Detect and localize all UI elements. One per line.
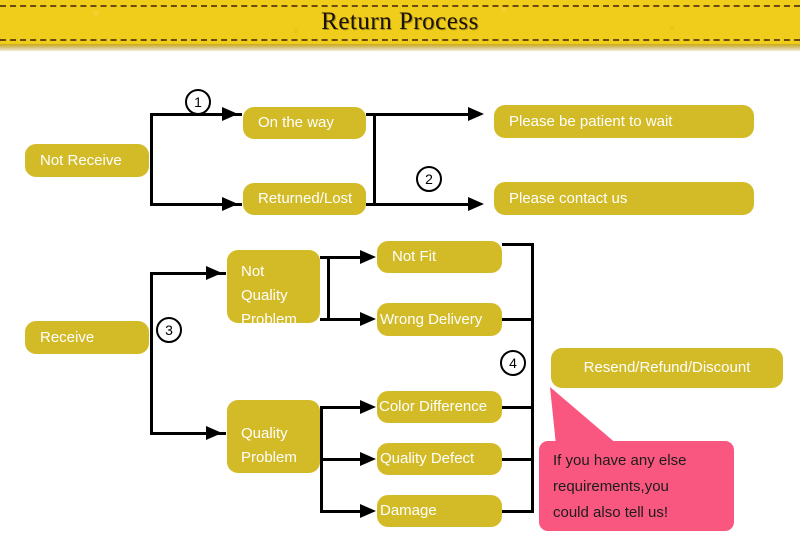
arrow-to-quality-problem [206, 426, 222, 440]
node-not-quality-problem-line-1: Not [241, 263, 265, 280]
return-process-diagram: Return Process Not Receive On the way Re… [0, 0, 800, 556]
node-color-difference[interactable]: Color Difference [377, 391, 502, 423]
step-marker-4: 4 [500, 350, 526, 376]
connector-not-quality-fanout-bus [327, 256, 330, 318]
step-marker-1: 1 [185, 89, 211, 115]
node-quality-problem-line-1: Quality [241, 425, 288, 442]
node-not-receive[interactable]: Not Receive [25, 144, 149, 177]
node-please-be-patient[interactable]: Please be patient to wait [494, 105, 754, 138]
node-not-quality-problem-line-3: Problem [241, 311, 297, 328]
arrow-to-not-quality-problem [206, 266, 222, 280]
node-not-quality-problem-line-2: Quality [241, 287, 288, 304]
connector-quality-defect-out [502, 458, 534, 461]
node-quality-problem-line-2: Problem [241, 449, 297, 466]
step-marker-3: 3 [156, 317, 182, 343]
node-resend-refund-discount[interactable]: Resend/Refund/Discount [551, 348, 783, 388]
banner-dashed-line-bottom [0, 39, 800, 41]
node-receive[interactable]: Receive [25, 321, 149, 354]
arrow-to-be-patient [468, 107, 484, 121]
connector-not-fit-out [502, 243, 534, 246]
connector-to-quality-defect [320, 458, 362, 461]
connector-damage-out [502, 510, 534, 513]
node-not-quality-problem[interactable]: Not Quality Problem [227, 250, 320, 328]
connector-wrong-delivery-out [502, 318, 534, 321]
arrow-to-wrong-delivery [360, 312, 376, 326]
node-quality-problem[interactable]: Quality Problem [227, 400, 320, 473]
connector-to-be-patient [373, 113, 472, 116]
node-please-contact-us[interactable]: Please contact us [494, 182, 754, 215]
arrow-to-not-fit [360, 250, 376, 264]
callout-line-2: requirements,you [553, 478, 669, 495]
connector-to-not-fit [320, 256, 362, 259]
page-title: Return Process [321, 8, 479, 35]
connector-to-damage [320, 510, 362, 513]
node-quality-defect[interactable]: Quality Defect [377, 443, 502, 475]
connector-to-contact-us [373, 203, 472, 206]
arrow-to-returned-lost [222, 197, 238, 211]
connector-stage-two-bus-top [373, 113, 376, 205]
connector-to-wrong-delivery [320, 318, 362, 321]
banner-shadow [0, 44, 800, 51]
node-on-the-way[interactable]: On the way [243, 107, 366, 139]
callout-text: If you have any else requirements,you co… [553, 448, 733, 526]
callout-line-3: could also tell us! [553, 504, 669, 521]
callout-line-1: If you have any else [553, 452, 687, 469]
arrow-to-color-difference [360, 400, 376, 414]
arrow-to-damage [360, 504, 376, 518]
step-marker-2: 2 [416, 166, 442, 192]
connector-to-color-difference [320, 406, 362, 409]
connector-receive-bus [150, 272, 153, 435]
connector-color-difference-out [502, 406, 534, 409]
connector-collector-bus [531, 243, 534, 513]
node-not-fit[interactable]: Not Fit [377, 241, 502, 273]
arrow-to-quality-defect [360, 452, 376, 466]
arrow-to-contact-us [468, 197, 484, 211]
node-wrong-delivery[interactable]: Wrong Delivery [377, 303, 502, 336]
connector-not-receive-bus [150, 113, 153, 206]
node-returned-lost[interactable]: Returned/Lost [243, 183, 366, 215]
node-damage[interactable]: Damage [377, 495, 502, 527]
arrow-to-on-the-way [222, 107, 238, 121]
